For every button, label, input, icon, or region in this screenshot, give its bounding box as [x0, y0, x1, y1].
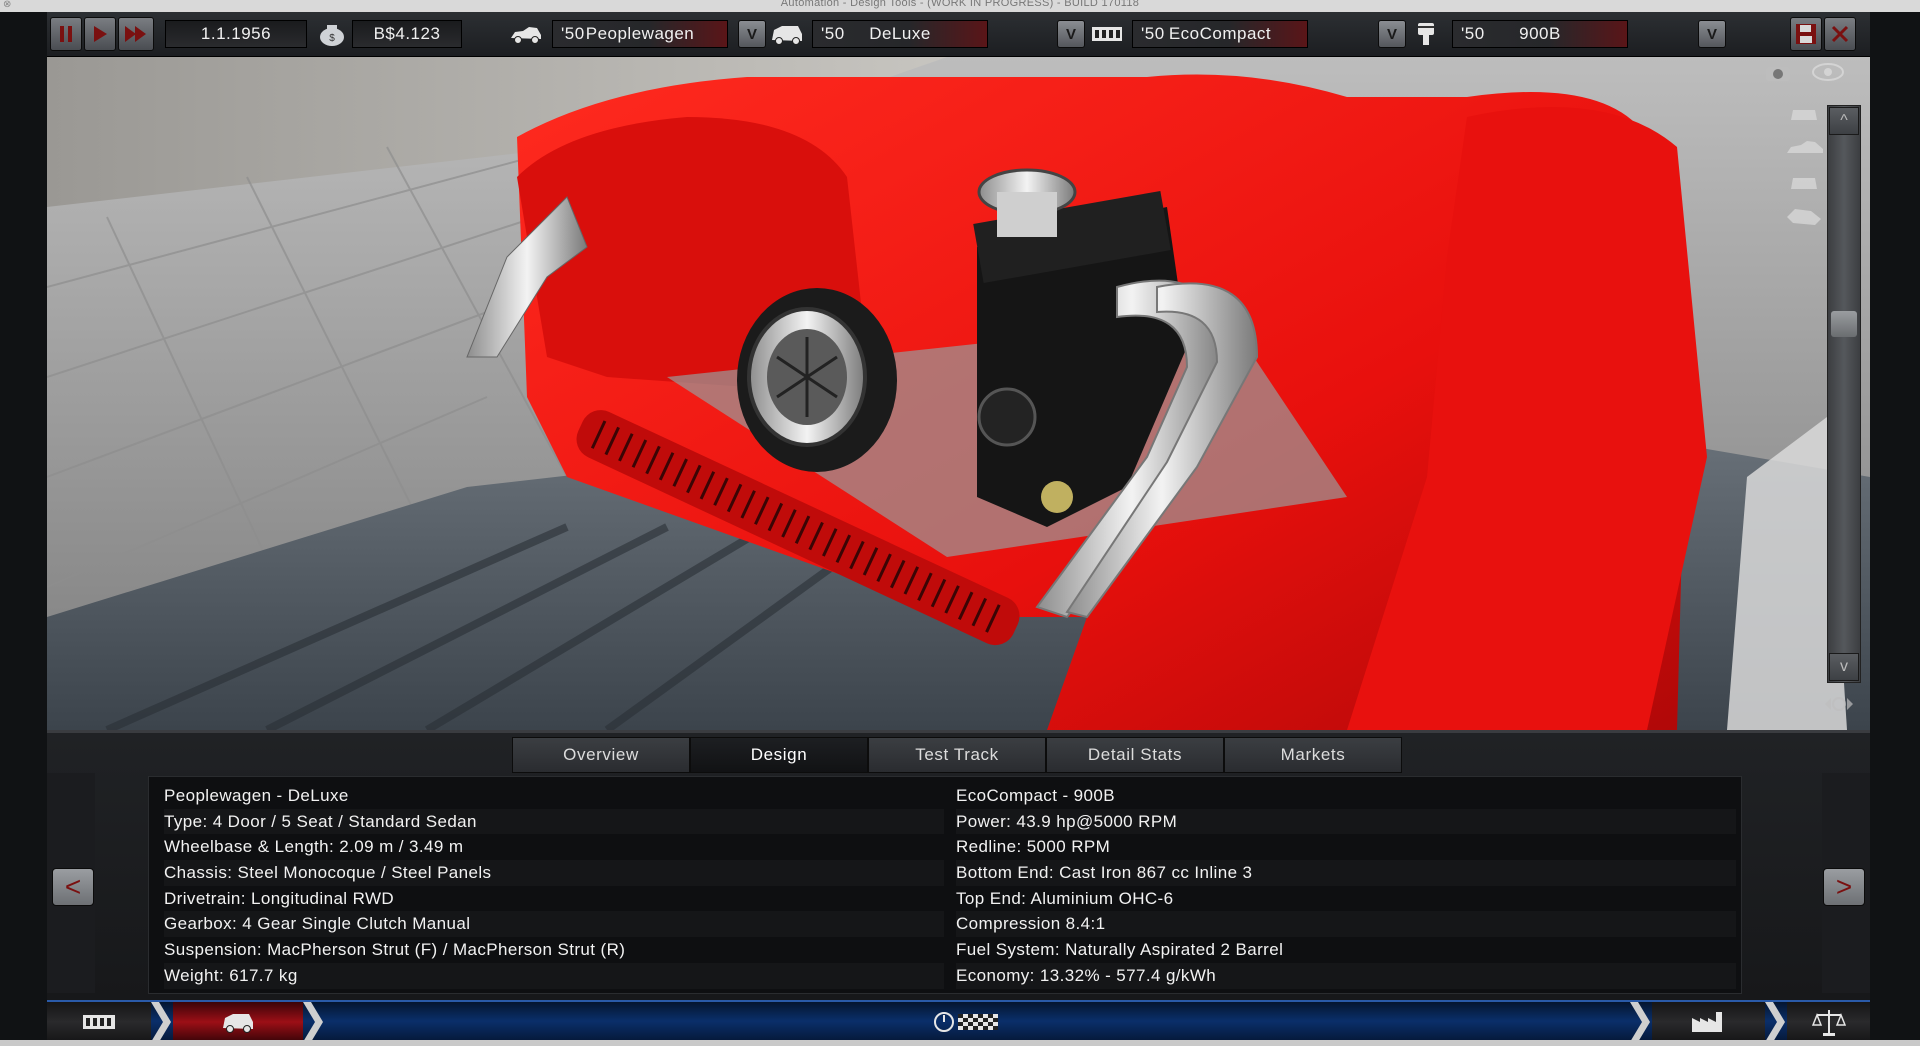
tab-design[interactable]: Design — [690, 737, 868, 773]
engine-family-select-button[interactable]: V — [1378, 20, 1406, 48]
trim-name: DeLuxe — [869, 24, 931, 43]
car-info-column: Peoplewagen - DeLuxe Type: 4 Door / 5 Se… — [164, 783, 944, 989]
fast-forward-button[interactable] — [118, 17, 154, 51]
trim-field: '50 DeLuxe — [812, 20, 988, 48]
viewport-zoom-scrollbar[interactable]: ^ v — [1827, 105, 1861, 683]
engine-designer-icon — [83, 1015, 115, 1029]
rotate-view-icon[interactable] — [1819, 693, 1857, 715]
tab-test-track[interactable]: Test Track — [868, 737, 1046, 773]
nav-test-track[interactable] — [917, 1002, 1017, 1042]
panel-left-gutter: < — [47, 773, 95, 993]
factory-icon — [1691, 1012, 1722, 1032]
car-info-line: Chassis: Steel Monocoque / Steel Panels — [164, 860, 944, 886]
zoom-down-button[interactable]: v — [1829, 653, 1859, 681]
nav-markets[interactable] — [1787, 1002, 1870, 1042]
car-perspective-view-icon[interactable] — [1785, 205, 1823, 227]
engine-info-line: Top End: Aluminium OHC-6 — [956, 888, 1174, 908]
nav-chevron-icon — [151, 1002, 171, 1042]
engine-info-line: Redline: 5000 RPM — [956, 837, 1111, 857]
model-select-button[interactable]: V — [738, 20, 766, 48]
tab-markets[interactable]: Markets — [1224, 737, 1402, 773]
tab-overview[interactable]: Overview — [512, 737, 690, 773]
trim-select-button[interactable]: V — [1057, 20, 1085, 48]
car-info-line: Weight: 617.7 kg — [164, 963, 944, 989]
nav-chevron-icon — [1765, 1002, 1785, 1042]
tab-detail-stats[interactable]: Detail Stats — [1046, 737, 1224, 773]
car-info-line: Peoplewagen - DeLuxe — [164, 786, 349, 805]
car-rear-view-icon[interactable] — [1785, 171, 1823, 193]
window-bottom-edge — [0, 1040, 1920, 1046]
previous-button[interactable]: < — [52, 868, 94, 906]
nav-car-designer[interactable] — [173, 1002, 303, 1042]
info-panel: Overview Design Test Track Detail Stats … — [47, 730, 1870, 1000]
car-side-view-icon[interactable] — [1785, 137, 1823, 159]
nav-chevron-icon — [303, 1002, 323, 1042]
car-info-line: Drivetrain: Longitudinal RWD — [164, 888, 395, 908]
close-icon — [1831, 25, 1849, 43]
bottom-nav-bar — [47, 1000, 1870, 1042]
car-model-icon — [509, 20, 543, 48]
model-field: '50 Peoplewagen — [552, 20, 728, 48]
design-summary-box: Peoplewagen - DeLuxe Type: 4 Door / 5 Se… — [148, 776, 1742, 994]
save-button[interactable] — [1790, 17, 1822, 51]
3d-viewport[interactable]: ^ v — [47, 57, 1870, 730]
piston-icon — [1409, 20, 1443, 48]
next-button[interactable]: > — [1823, 868, 1865, 906]
car-trim-icon — [770, 20, 804, 48]
car-info-line: Suspension: MacPherson Strut (F) / MacPh… — [164, 940, 626, 960]
engine-block-icon — [1090, 20, 1124, 48]
window-titlebar: ⊗ Automation - Design Tools - (WORK IN P… — [0, 0, 1920, 12]
money-bag-icon: $ — [315, 20, 349, 48]
car-front-view-icon[interactable] — [1785, 103, 1823, 125]
car-designer-icon — [223, 1014, 253, 1033]
engine-info-column: EcoCompact - 900B Power: 43.9 hp@5000 RP… — [956, 783, 1736, 989]
nav-engine-designer[interactable] — [47, 1002, 151, 1042]
window-title: Automation - Design Tools - (WORK IN PRO… — [780, 0, 1140, 9]
game-date: 1.1.1956 — [165, 20, 307, 48]
engine-bay-render — [47, 57, 1870, 730]
model-name: Peoplewagen — [585, 24, 695, 43]
engine-info-line: EcoCompact - 900B — [956, 786, 1115, 805]
balance-scale-icon — [1811, 1010, 1846, 1036]
eye-icon[interactable] — [1809, 61, 1847, 83]
panel-right-gutter: > — [1822, 773, 1870, 993]
car-info-line: Type: 4 Door / 5 Seat / Standard Sedan — [164, 809, 944, 835]
nav-chevron-icon — [1630, 1002, 1650, 1042]
pause-icon — [60, 26, 72, 42]
test-track-icon — [934, 1012, 998, 1032]
engine-variant-name: 900B — [1519, 24, 1561, 43]
info-tabs: Overview Design Test Track Detail Stats … — [512, 737, 1402, 773]
zoom-scroll-thumb[interactable] — [1831, 311, 1857, 337]
car-info-line: Wheelbase & Length: 2.09 m / 3.49 m — [164, 837, 464, 857]
close-button[interactable] — [1824, 17, 1856, 51]
top-toolbar: 1.1.1956 $ B$4.123 '50 Peoplewagen V '50… — [47, 12, 1870, 57]
engine-family-name: EcoCompact — [1168, 24, 1272, 43]
engine-variant-select-button[interactable]: V — [1698, 20, 1726, 48]
play-button[interactable] — [84, 17, 116, 51]
engine-info-line: Power: 43.9 hp@5000 RPM — [956, 809, 1736, 835]
zoom-up-button[interactable]: ^ — [1829, 107, 1859, 135]
engine-info-line: Compression 8.4:1 — [956, 911, 1736, 937]
nav-factory[interactable] — [1652, 1002, 1765, 1042]
engine-info-line: Economy: 13.32% - 577.4 g/kWh — [956, 963, 1736, 989]
save-icon — [1796, 24, 1816, 44]
car-info-line: Gearbox: 4 Gear Single Clutch Manual — [164, 911, 944, 937]
pause-button[interactable] — [50, 17, 82, 51]
engine-variant-field: '50 900B — [1452, 20, 1628, 48]
engine-family-field: '50 EcoCompact — [1132, 20, 1308, 48]
fast-forward-icon — [125, 26, 146, 42]
svg-text:$: $ — [329, 33, 335, 44]
engine-info-line: Bottom End: Cast Iron 867 cc Inline 3 — [956, 860, 1736, 886]
money-display: B$4.123 — [352, 20, 462, 48]
engine-info-line: Fuel System: Naturally Aspirated 2 Barre… — [956, 940, 1284, 960]
camera-icon[interactable] — [1759, 61, 1797, 83]
play-icon — [94, 26, 107, 42]
